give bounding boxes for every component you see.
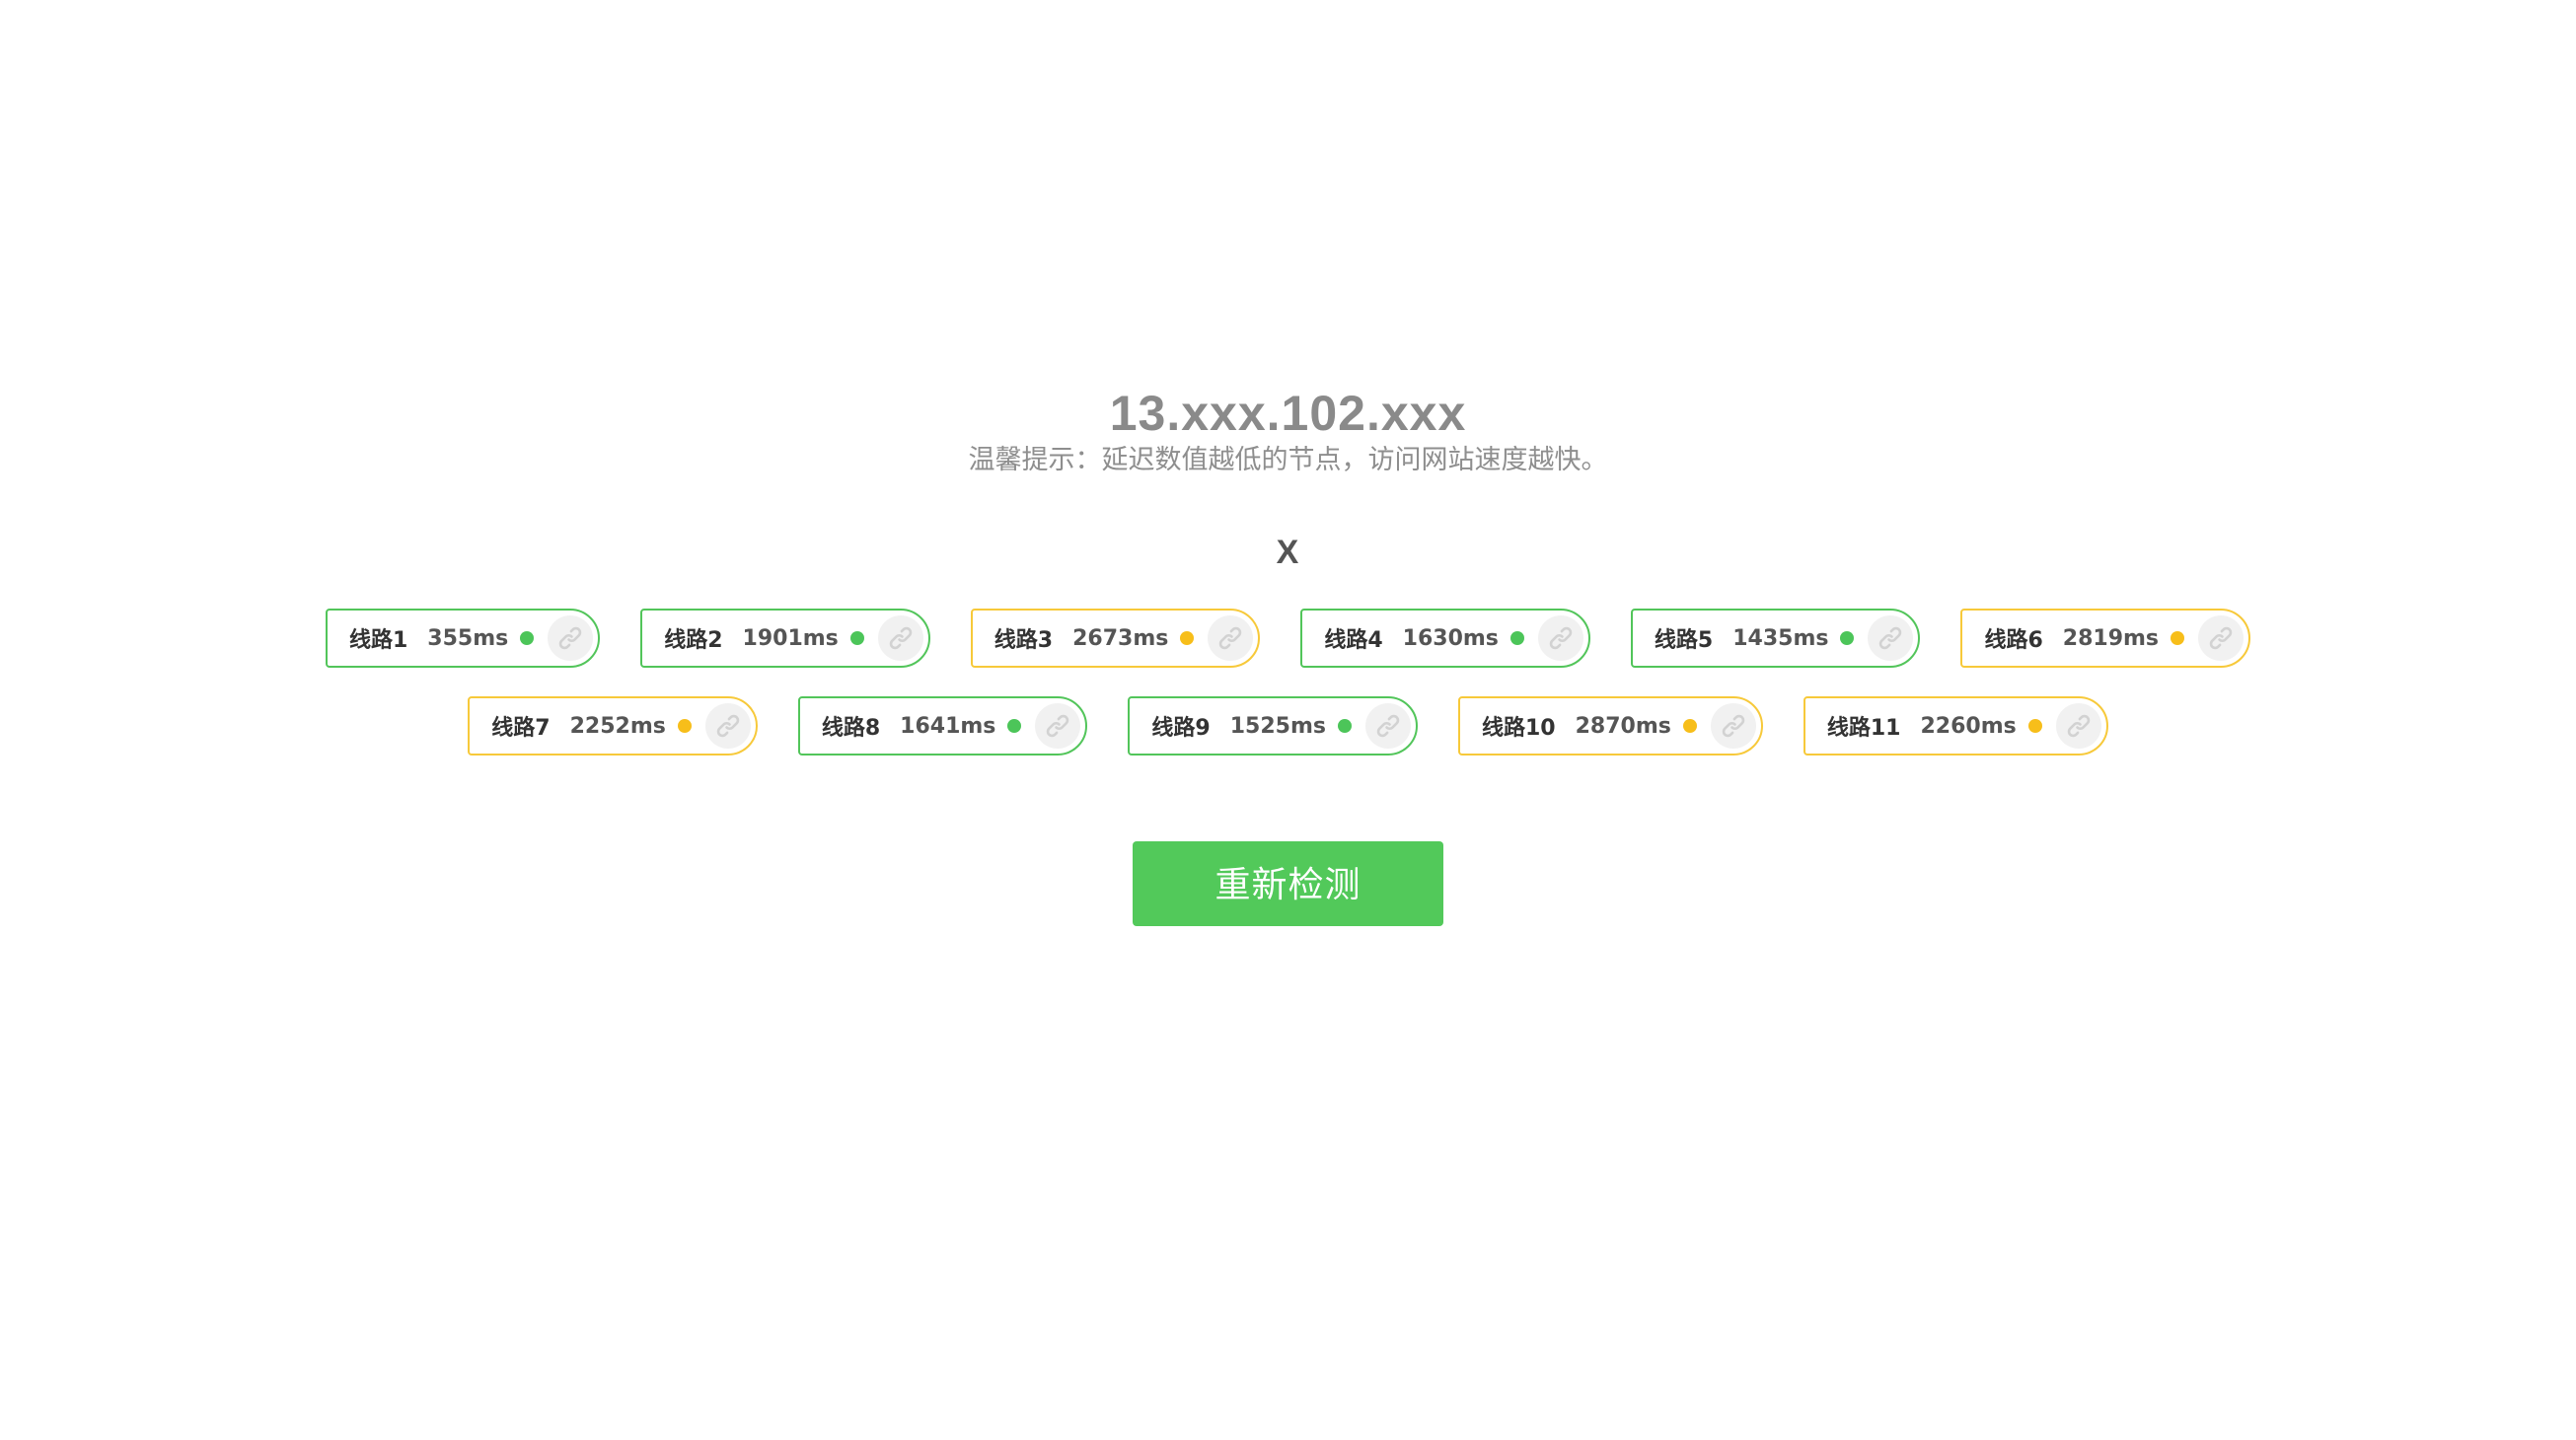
- node-item[interactable]: 线路1 355ms: [325, 609, 601, 668]
- node-name: 线路9: [1151, 716, 1211, 741]
- link-icon[interactable]: [1710, 703, 1756, 749]
- link-icon[interactable]: [1035, 703, 1081, 749]
- node-latency: 2252ms: [569, 713, 666, 739]
- node-name: 线路2: [664, 628, 723, 653]
- node-latency: 1630ms: [1402, 625, 1499, 651]
- node-name: 线路1: [348, 628, 408, 653]
- link-icon[interactable]: [548, 615, 594, 661]
- node-item[interactable]: 线路6 2819ms: [1960, 609, 2251, 668]
- status-dot: [2171, 631, 2185, 645]
- node-name: 线路3: [994, 628, 1054, 653]
- node-item[interactable]: 线路4 1630ms: [1300, 609, 1590, 668]
- link-icon[interactable]: [1208, 615, 1254, 661]
- node-item[interactable]: 线路11 2260ms: [1803, 696, 2108, 756]
- node-name: 线路7: [491, 716, 551, 741]
- status-dot: [677, 719, 692, 733]
- close-button[interactable]: X: [1263, 528, 1312, 577]
- node-name: 线路5: [1654, 628, 1714, 653]
- node-latency: 355ms: [427, 625, 509, 651]
- node-name: 线路8: [821, 716, 881, 741]
- node-latency: 1435ms: [1732, 625, 1829, 651]
- status-dot: [1682, 719, 1697, 733]
- status-dot: [1180, 631, 1195, 645]
- node-item[interactable]: 线路5 1435ms: [1630, 609, 1921, 668]
- link-icon[interactable]: [704, 703, 751, 749]
- node-latency: 2673ms: [1072, 625, 1169, 651]
- node-item[interactable]: 线路2 1901ms: [640, 609, 930, 668]
- link-icon[interactable]: [1364, 703, 1411, 749]
- node-item[interactable]: 线路10 2870ms: [1457, 696, 1763, 756]
- node-latency: 1901ms: [742, 625, 839, 651]
- status-dot: [849, 631, 864, 645]
- link-icon[interactable]: [1868, 615, 1914, 661]
- node-item[interactable]: 线路9 1525ms: [1128, 696, 1418, 756]
- link-icon[interactable]: [2055, 703, 2101, 749]
- node-latency: 2260ms: [1920, 713, 2017, 739]
- status-dot: [1840, 631, 1855, 645]
- node-latency: 2870ms: [1575, 713, 1671, 739]
- link-icon[interactable]: [877, 615, 923, 661]
- status-dot: [1509, 631, 1524, 645]
- node-item[interactable]: 线路7 2252ms: [468, 696, 758, 756]
- node-name: 线路10: [1481, 716, 1556, 741]
- node-name: 线路4: [1324, 628, 1383, 653]
- speed-test-page: 13.xxx.102.xxx 温馨提示：延迟数值越低的节点，访问网站速度越快。 …: [0, 0, 2576, 1440]
- tip-text: 温馨提示：延迟数值越低的节点，访问网站速度越快。: [968, 445, 1608, 475]
- node-item[interactable]: 线路8 1641ms: [797, 696, 1088, 756]
- link-icon[interactable]: [1537, 615, 1583, 661]
- recheck-button[interactable]: 重新检测: [1133, 841, 1443, 926]
- status-dot: [520, 631, 535, 645]
- node-latency: 2819ms: [2062, 625, 2160, 651]
- link-icon[interactable]: [2198, 615, 2245, 661]
- node-item[interactable]: 线路3 2673ms: [970, 609, 1261, 668]
- node-latency: 1641ms: [900, 713, 996, 739]
- ip-address: 13.xxx.102.xxx: [1109, 386, 1467, 441]
- node-row-2: 线路7 2252ms 线路8 1641ms 线路9 1525ms 线路10 28…: [0, 696, 2576, 756]
- node-row-1: 线路1 355ms 线路2 1901ms 线路3 2673ms 线路4 1630…: [0, 609, 2576, 668]
- node-name: 线路6: [1984, 628, 2043, 653]
- node-latency: 1525ms: [1229, 713, 1326, 739]
- status-dot: [1337, 719, 1352, 733]
- node-name: 线路11: [1826, 716, 1901, 741]
- status-dot: [1007, 719, 1022, 733]
- status-dot: [2027, 719, 2042, 733]
